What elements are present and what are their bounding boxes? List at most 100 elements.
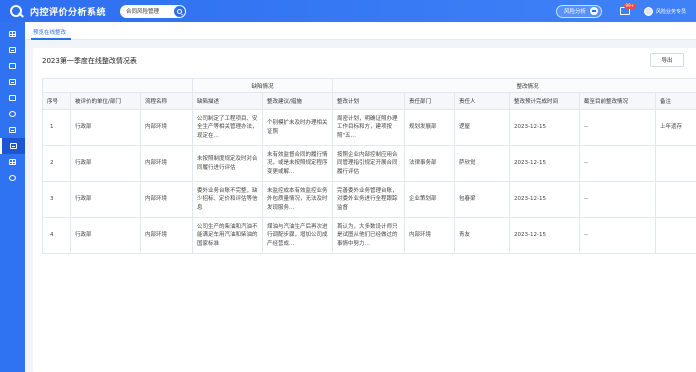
sidebar-item-dashboard[interactable] [0,26,25,42]
cell-text: 个别模扩未及时办理相关证照 [267,120,328,135]
group-header-defect: 缺陷情况 [191,78,334,93]
cell-text: 完善委外业务管理台账，对委外业务进行全程跟踪监督 [337,187,398,211]
table-row[interactable]: 3 行政部 内部环境 委外业务台账不完整，缺少招标、定价和评估等信息 未监控成本… [42,181,696,218]
table-cell: 2023-12-15 [509,181,581,218]
top-bar: 内控评价分析系统 合同风险管理 风险分析 99+ 风险业务专员 [0,0,696,22]
cell-text: 周密计划，明确证照办理工作目标和方，建项按照"五… [337,115,398,139]
table-cell [655,217,696,254]
risk-analysis-button[interactable]: 风险分析 [555,4,602,18]
column-header: 整改预计完成时间 [509,92,581,110]
chart-icon [9,127,16,133]
sidebar-item-rectification[interactable] [0,138,25,154]
table-cell: 3 [42,181,71,218]
column-header: 责任部门 [404,92,456,110]
sidebar-item-table[interactable] [0,154,25,170]
monitor-icon [9,63,16,69]
cell-text: 未有效监督合同的履行情况，或是未按照规定程序变更或解… [267,151,328,175]
table-cell: 1 [42,109,71,146]
cell-text: 公司生产的柴油和汽油不能满足车用汽油和柴油的国家标准 [197,223,258,247]
settings-icon [9,175,16,181]
header-spacer [42,78,193,93]
cell-text: 未按照制度规定及时对合同履行进行评估 [197,156,258,171]
column-header: 截至目前整改情况 [579,92,657,110]
table-row[interactable]: 2 行政部 内部环境 未按照制度规定及时对合同履行进行评估 未有效监督合同的履行… [42,145,696,182]
send-icon [589,7,598,15]
table-cell: 公司制定了工程项目、安全生产等相关管理办法，现定在… [192,109,263,146]
search-value: 合同风险管理 [126,9,160,15]
cell-text: 公司制定了工程项目、安全生产等相关管理办法，现定在… [197,115,258,139]
table-cell: 内部环境 [140,145,193,182]
column-header: 缺陷描述 [192,92,263,110]
table-cell: 4 [42,217,71,254]
search-button[interactable] [174,5,186,17]
table-cell: 萨欣觉 [454,145,511,182]
table-cell: 个别模扩未及时办理相关证照 [261,109,334,146]
cell-text: 按照企业内部控制应用合同管理指引规定开展合同履行评估 [337,151,398,175]
table-cell: 委外业务台账不完整，缺少招标、定价和评估等信息 [192,181,263,218]
table-cell: 行政部 [70,181,141,218]
sidebar [0,22,25,372]
search-icon [177,8,183,14]
sidebar-item-folder[interactable] [0,90,25,106]
table-cell: 内部环境 [140,109,193,146]
column-header: 整改建议/措施 [261,92,334,110]
rectification-table: 缺陷情况 整改情况 序号 被评价的单位/部门 流程名称 缺陷描述 整改建议/措施… [42,78,696,254]
table-cell: 2023-12-15 [509,109,581,146]
table-row[interactable]: 4 行政部 内部环境 公司生产的柴油和汽油不能满足车用汽油和柴油的国家标准 煤油… [42,217,696,254]
column-header: 备注 [655,92,696,110]
table-cell [655,145,696,182]
grid-icon [9,31,16,37]
report-card: 2023第一季度在线整改情况表 导出 缺陷情况 整改情况 序号 被评价的单位/部… [33,48,696,372]
sidebar-item-settings[interactable] [0,170,25,186]
list-icon [10,143,17,149]
table-cell: 行政部 [70,145,141,182]
group-header-rectification: 整改情况 [332,78,696,93]
active-tab-indicator [31,38,71,40]
cell-text: 未监控成本有效监控业务外包质量情况，无法及时发现服务… [267,187,328,211]
table-cell: 内部环境 [140,181,193,218]
column-header: 流程名称 [140,92,193,110]
message-icon[interactable]: 99+ [619,3,636,15]
table-cell: -- [579,145,657,182]
table-cell: 完善委外业务管理台账，对委外业务进行全程跟踪监督 [332,181,406,218]
table-cell: 内部环境 [404,217,456,254]
cell-text: 委外业务台账不完整，缺少招标、定价和评估等信息 [197,187,258,211]
table-cell: 按照企业内部控制应用合同管理指引规定开展合同履行评估 [332,145,406,182]
table-cell: 2023-12-15 [509,145,581,182]
table-cell: 企业策划部 [404,181,456,218]
table-cell: 上年遗存 [655,109,696,146]
table-cell: 行政部 [70,109,141,146]
page-title: 2023第一季度在线整改情况表 [42,57,137,65]
shield-icon [9,111,16,117]
column-header: 被评价的单位/部门 [70,92,141,110]
user-name[interactable]: 风险业务专员 [656,8,686,15]
export-button[interactable]: 导出 [650,53,684,67]
table-row[interactable]: 1 行政部 内部环境 公司制定了工程项目、安全生产等相关管理办法，现定在… 个别… [42,109,696,146]
cell-text: 首认为，大多数设计师只是试图从他们已经做过的事情中努力… [337,223,398,247]
sidebar-item-calendar[interactable] [0,74,25,90]
sidebar-item-monitor[interactable] [0,58,25,74]
app-title: 内控评价分析系统 [30,7,107,18]
sidebar-item-chart[interactable] [0,122,25,138]
sidebar-item-documents[interactable] [0,42,25,58]
table-cell: -- [579,217,657,254]
doc-icon [9,47,16,53]
avatar[interactable] [643,6,653,16]
table-container[interactable]: 缺陷情况 整改情况 序号 被评价的单位/部门 流程名称 缺陷描述 整改建议/措施… [42,78,696,308]
table-cell: 2 [42,145,71,182]
table-cell: 规划发展部 [404,109,456,146]
table-cell: -- [579,181,657,218]
table-cell: 未有效监督合同的履行情况，或是未按照规定程序变更或解… [261,145,334,182]
table-cell: 内部环境 [140,217,193,254]
table-cell: 公司生产的柴油和汽油不能满足车用汽油和柴油的国家标准 [192,217,263,254]
table-cell: -- [579,109,657,146]
table-cell: 煤油与汽油生产后再次进行调配步骤，增加公司成产经营成… [261,217,334,254]
search-input[interactable]: 合同风险管理 [120,4,187,18]
table-cell: 包春梁 [454,181,511,218]
app-logo-icon [10,5,24,18]
sidebar-item-shield[interactable] [0,106,25,122]
calendar-icon [9,79,16,85]
tab-preview-rectification[interactable]: 预览在线整改 [33,28,66,36]
table-cell: 青友 [454,217,511,254]
table-cell: 行政部 [70,217,141,254]
